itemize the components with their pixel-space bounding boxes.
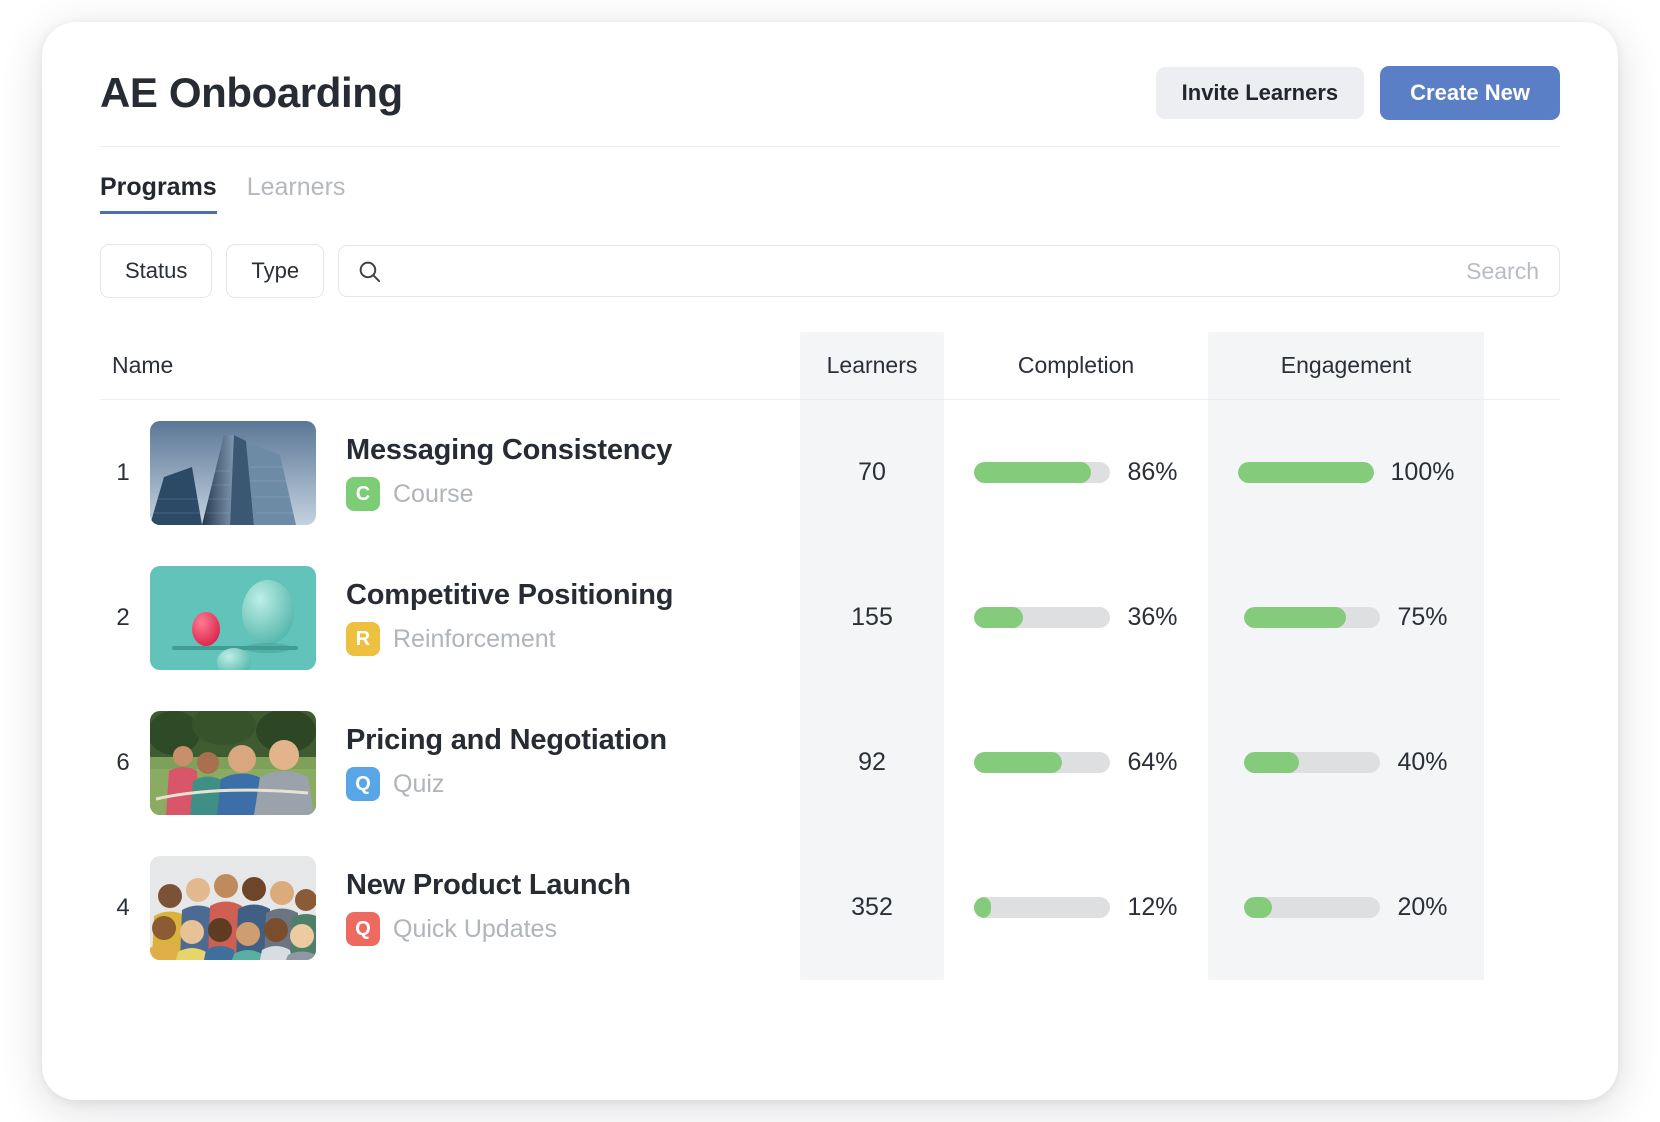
status-filter-button[interactable]: Status (100, 244, 212, 298)
row-index: 2 (100, 604, 146, 632)
table-row[interactable]: 6 (100, 690, 1560, 835)
program-type: Q Quiz (346, 767, 667, 801)
completion-value: 12% (1127, 893, 1177, 922)
completion-progress-bar (974, 752, 1110, 773)
program-thumbnail-spheres (150, 566, 316, 670)
row-index: 6 (100, 749, 146, 777)
programs-table: Name Learners Completion Engagement 1 (100, 332, 1560, 980)
type-badge-quiz: Q (346, 767, 380, 801)
screen: AE Onboarding Invite Learners Create New… (0, 0, 1660, 1122)
cell-learners: 155 (800, 603, 944, 632)
filter-bar: Status Type Search (100, 244, 1560, 298)
tab-learners[interactable]: Learners (247, 173, 346, 214)
cell-completion: 64% (944, 748, 1208, 777)
cell-learners: 70 (800, 458, 944, 487)
type-label: Course (393, 480, 474, 509)
cell-engagement: 100% (1208, 458, 1484, 487)
engagement-progress-bar (1244, 752, 1380, 773)
type-filter-button[interactable]: Type (226, 244, 324, 298)
engagement-progress-bar (1244, 897, 1380, 918)
cell-engagement: 20% (1208, 893, 1484, 922)
type-badge-reinforcement: R (346, 622, 380, 656)
table-row[interactable]: 2 (100, 545, 1560, 690)
engagement-progress-bar (1244, 607, 1380, 628)
type-badge-quick-updates: Q (346, 912, 380, 946)
column-header-engagement[interactable]: Engagement (1208, 352, 1484, 379)
page-title: AE Onboarding (100, 69, 403, 117)
page-header: AE Onboarding Invite Learners Create New (100, 66, 1560, 147)
column-header-name[interactable]: Name (100, 352, 800, 379)
completion-progress-bar (974, 897, 1110, 918)
search-icon (357, 259, 382, 284)
cell-completion: 36% (944, 603, 1208, 632)
cell-name: 2 (100, 566, 800, 670)
program-name: Competitive Positioning (346, 579, 673, 612)
completion-value: 64% (1127, 748, 1177, 777)
cell-learners: 92 (800, 748, 944, 777)
invite-learners-button[interactable]: Invite Learners (1156, 67, 1365, 119)
column-header-learners[interactable]: Learners (800, 352, 944, 379)
program-thumbnail-tug-of-war (150, 711, 316, 815)
completion-progress-bar (974, 607, 1110, 628)
tab-bar: Programs Learners (100, 173, 1560, 214)
cell-name: 4 (100, 856, 800, 960)
programs-card: AE Onboarding Invite Learners Create New… (42, 22, 1618, 1100)
search-placeholder: Search (1466, 258, 1539, 285)
header-actions: Invite Learners Create New (1156, 66, 1560, 120)
program-type: C Course (346, 477, 672, 511)
engagement-value: 75% (1397, 603, 1447, 632)
program-info: Messaging Consistency C Course (346, 434, 672, 511)
engagement-value: 40% (1397, 748, 1447, 777)
table-row[interactable]: 1 (100, 400, 1560, 545)
tab-programs[interactable]: Programs (100, 173, 217, 214)
completion-progress-bar (974, 462, 1110, 483)
completion-value: 36% (1127, 603, 1177, 632)
cell-learners: 352 (800, 893, 944, 922)
cell-name: 6 (100, 711, 800, 815)
row-index: 4 (100, 894, 146, 922)
cell-completion: 12% (944, 893, 1208, 922)
program-type: R Reinforcement (346, 622, 673, 656)
engagement-value: 100% (1391, 458, 1455, 487)
program-info: New Product Launch Q Quick Updates (346, 869, 631, 946)
cell-name: 1 (100, 421, 800, 525)
table-row[interactable]: 4 (100, 835, 1560, 980)
program-thumbnail-skyscraper (150, 421, 316, 525)
program-name: Messaging Consistency (346, 434, 672, 467)
create-new-button[interactable]: Create New (1380, 66, 1560, 120)
type-label: Reinforcement (393, 625, 556, 654)
type-label: Quiz (393, 770, 444, 799)
cell-engagement: 40% (1208, 748, 1484, 777)
program-name: New Product Launch (346, 869, 631, 902)
program-name: Pricing and Negotiation (346, 724, 667, 757)
engagement-value: 20% (1397, 893, 1447, 922)
table-header-row: Name Learners Completion Engagement (100, 332, 1560, 400)
program-type: Q Quick Updates (346, 912, 631, 946)
program-info: Competitive Positioning R Reinforcement (346, 579, 673, 656)
completion-value: 86% (1127, 458, 1177, 487)
type-label: Quick Updates (393, 915, 557, 944)
column-header-completion[interactable]: Completion (944, 352, 1208, 379)
row-index: 1 (100, 459, 146, 487)
search-input[interactable]: Search (338, 245, 1560, 297)
program-info: Pricing and Negotiation Q Quiz (346, 724, 667, 801)
type-badge-course: C (346, 477, 380, 511)
cell-completion: 86% (944, 458, 1208, 487)
program-thumbnail-group (150, 856, 316, 960)
cell-engagement: 75% (1208, 603, 1484, 632)
engagement-progress-bar (1238, 462, 1374, 483)
